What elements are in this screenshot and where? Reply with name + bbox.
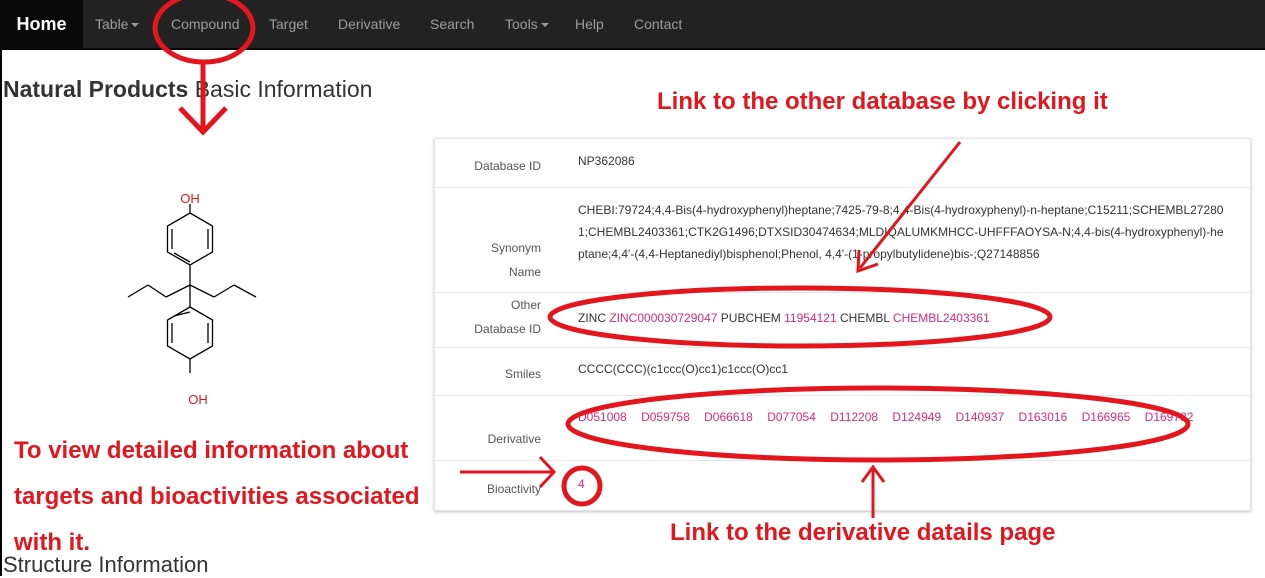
row-smiles: Smiles CCCC(CCC)(c1ccc(O)cc1)c1ccc(O)cc1 [435,347,1250,396]
synonym-label-line2: Name [508,265,541,279]
chevron-down-icon [540,23,549,28]
derivative-link[interactable]: D051008 [578,410,627,424]
oh-top-label: OH [180,191,200,206]
nav-tools-label: Tools [505,16,538,32]
nav-derivative[interactable]: Derivative [338,0,400,48]
row-other-database: Other Database ID ZINC ZINC000030729047 P… [435,292,1250,348]
pubchem-label: PUBCHEM [720,311,781,325]
nav-search[interactable]: Search [430,0,474,48]
chevron-down-icon [131,23,140,28]
nav-target[interactable]: Target [269,0,308,48]
database-id-value: NP362086 [578,154,635,168]
down-arrow-head [178,106,228,136]
derivative-link[interactable]: D140937 [955,410,1004,424]
nav-tools[interactable]: Tools [505,0,549,48]
page-title: Natural Products Basic Information [3,76,372,103]
annotation-bioactivity: To view detailed information about targe… [14,437,420,556]
row-database-id: Database ID NP362086 [435,139,1250,187]
derivative-link[interactable]: D112208 [830,410,878,424]
page-title-rest: Basic Information [188,76,373,102]
smiles-label: Smiles [504,367,541,381]
other-db-label-line2: Database ID [474,322,541,336]
row-synonym: Synonym Name CHEBI:79724;4,4-Bis(4-hydrox… [435,187,1250,292]
annotation-other-database: Link to the other database by clicking i… [657,88,1108,115]
page-title-bold: Natural Products [3,76,189,102]
row-derivative: Derivative D051008 D059758 D066618 D0770… [435,395,1250,461]
row-bioactivity: Bioactivity 4 [435,460,1250,511]
other-db-label: Other Database ID [435,293,541,341]
basic-info-panel: Database ID NP362086 Synonym Name CHEBI:7… [434,138,1251,511]
page-left-border [0,48,2,576]
bioactivity-value: 4 [578,473,1228,495]
other-db-value: ZINC ZINC000030729047 PUBCHEM 11954121 C… [578,307,1228,329]
derivative-link[interactable]: D169782 [1145,410,1194,424]
zinc-link[interactable]: ZINC000030729047 [609,311,717,325]
nav-help[interactable]: Help [575,0,604,48]
bioactivity-link[interactable]: 4 [578,477,585,491]
synonym-value: CHEBI:79724;4,4-Bis(4-hydroxyphenyl)hept… [578,203,1224,261]
derivative-link[interactable]: D166965 [1082,410,1131,424]
molecule-structure-image: OH OH [127,191,257,407]
zinc-label: ZINC [578,311,606,325]
chembl-label: CHEMBL [839,311,890,325]
derivative-link[interactable]: D124949 [892,410,941,424]
pubchem-link[interactable]: 11954121 [784,311,837,325]
derivative-link[interactable]: D059758 [641,410,690,424]
smiles-value: CCCC(CCC)(c1ccc(O)cc1)c1ccc(O)cc1 [578,362,788,376]
derivative-link[interactable]: D066618 [704,410,753,424]
oh-bottom-label: OH [188,392,208,407]
top-navbar: Home Table Compound Target Derivative Se… [0,0,1265,50]
other-db-label-line1: Other [510,298,541,312]
chembl-link[interactable]: CHEMBL2403361 [893,311,990,325]
derivative-link[interactable]: D077054 [767,410,816,424]
database-id-label: Database ID [474,159,541,173]
nav-table[interactable]: Table [95,0,140,48]
nav-compound[interactable]: Compound [171,0,240,48]
annotation-derivative: Link to the derivative datails page [670,519,1056,546]
nav-table-label: Table [95,16,129,32]
synonym-label: Synonym Name [435,236,541,284]
nav-home[interactable]: Home [0,0,83,48]
nav-contact[interactable]: Contact [634,0,682,48]
synonym-label-line1: Synonym [490,241,541,255]
derivative-list: D051008 D059758 D066618 D077054 D112208 … [578,406,1228,428]
derivative-link[interactable]: D163016 [1019,410,1068,424]
